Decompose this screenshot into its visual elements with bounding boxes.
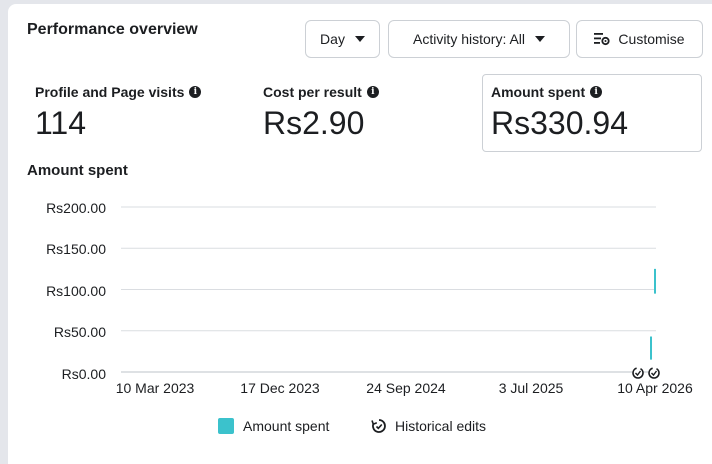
x-tick-label: 10 Mar 2023 (115, 380, 195, 396)
performance-card: Performance overview Day Activity histor… (8, 4, 712, 464)
y-tick-label: Rs100.00 (46, 283, 106, 299)
historical-edit-marker[interactable] (648, 367, 660, 379)
y-tick-label: Rs150.00 (46, 241, 106, 257)
legend-swatch (218, 418, 234, 434)
chart-bar[interactable] (654, 268, 656, 294)
y-tick-label: Rs0.00 (61, 366, 106, 382)
x-tick-label: 24 Sep 2024 (366, 380, 446, 396)
legend-edits-label: Historical edits (395, 418, 487, 434)
x-tick-label: 10 Apr 2026 (617, 380, 693, 396)
legend-historical-edits[interactable]: Historical edits (371, 418, 486, 434)
chart-bar[interactable] (650, 336, 653, 360)
legend-label: Amount spent (243, 418, 330, 434)
y-tick-label: Rs50.00 (53, 324, 106, 340)
historical-edit-marker[interactable] (632, 367, 644, 379)
amount-spent-chart (121, 206, 660, 379)
legend-amount-spent[interactable]: Amount spent (218, 418, 329, 434)
y-tick-label: Rs200.00 (46, 200, 106, 216)
x-tick-label: 3 Jul 2025 (498, 380, 564, 396)
historical-edits-icon (371, 418, 387, 434)
x-tick-label: 17 Dec 2023 (240, 380, 320, 396)
